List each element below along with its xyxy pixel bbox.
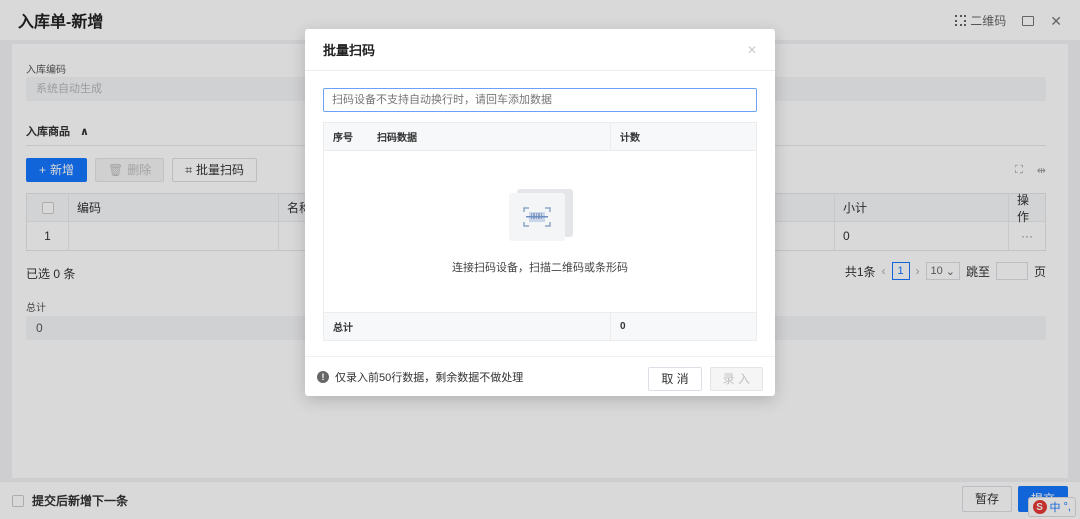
scan-input[interactable] (323, 88, 757, 112)
barcode-scanner-icon (509, 189, 573, 241)
empty-state: 连接扫码设备，扫描二维码或条形码 (324, 151, 756, 313)
scan-table-header: 序号 扫码数据 计数 (324, 123, 756, 151)
scan-table-footer: 总计 0 (324, 312, 756, 340)
scan-total-label: 总计 (324, 313, 611, 340)
info-icon: ! (317, 370, 329, 383)
column-header-index: 序号 (333, 133, 353, 144)
scan-table: 序号 扫码数据 计数 连接扫码设备，扫描二维码或条形码 总计 0 (323, 122, 757, 341)
close-icon[interactable]: ✕ (747, 43, 757, 57)
enter-button[interactable]: 录 入 (709, 367, 763, 391)
column-header-scan-data: 扫码数据 (368, 123, 611, 150)
modal-title: 批量扫码 (323, 43, 376, 58)
column-header-count: 计数 (620, 133, 640, 144)
modal-header: 批量扫码 ✕ (305, 29, 775, 71)
scan-total-count: 0 (620, 321, 626, 332)
modal-footer: ! 仅录入前50行数据，剩余数据不做处理 取 消 录 入 (305, 356, 775, 396)
batch-scan-modal: 批量扫码 ✕ 序号 扫码数据 计数 (305, 29, 775, 396)
cancel-button[interactable]: 取 消 (648, 367, 702, 391)
empty-state-text: 连接扫码设备，扫描二维码或条形码 (452, 262, 628, 274)
notice-text: 仅录入前50行数据，剩余数据不做处理 (335, 371, 524, 384)
modal-buttons: 取 消 录 入 (648, 367, 763, 391)
